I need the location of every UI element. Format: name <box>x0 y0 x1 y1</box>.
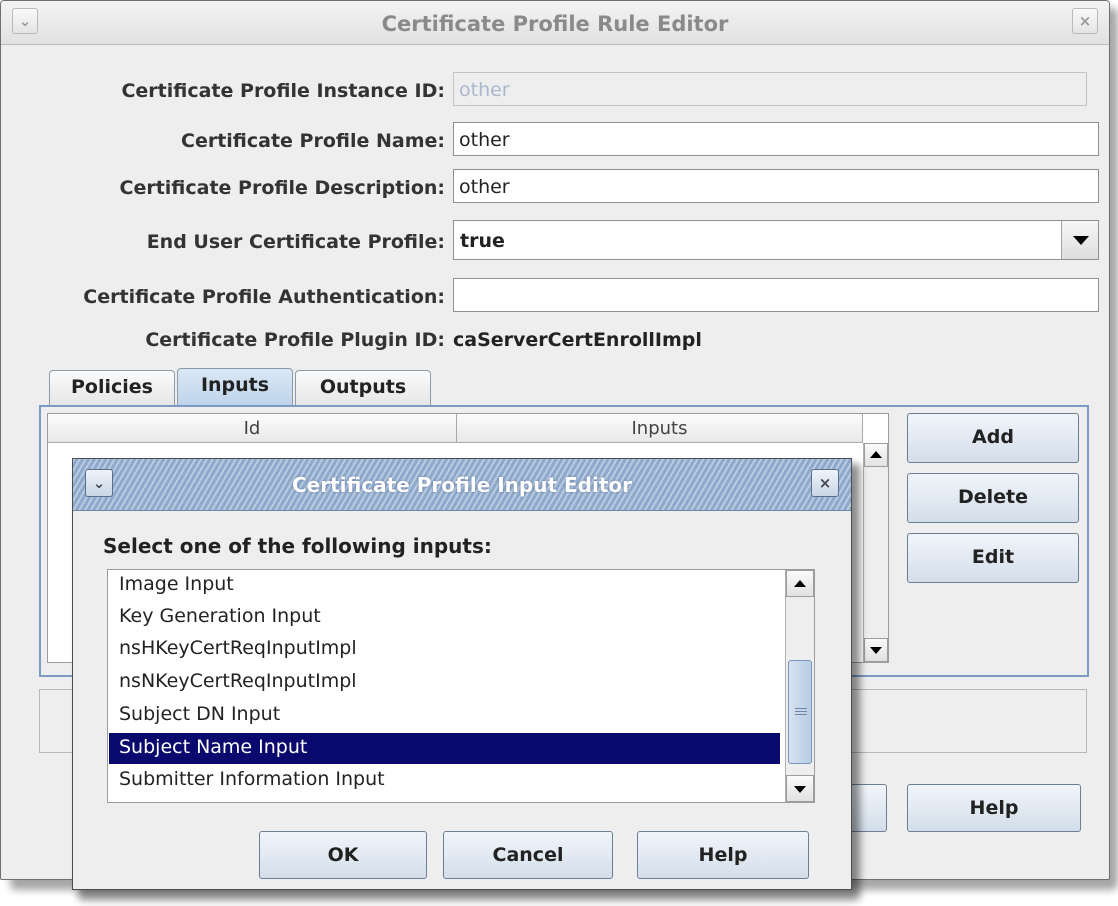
authentication-field[interactable] <box>453 278 1099 312</box>
profile-description-label: Certificate Profile Description: <box>119 177 445 199</box>
add-button[interactable]: Add <box>907 413 1079 463</box>
end-user-value: true <box>460 230 505 252</box>
listbox-scrollbar[interactable] <box>785 570 814 802</box>
column-header-id[interactable]: Id <box>48 414 457 443</box>
end-user-label: End User Certificate Profile: <box>146 231 445 253</box>
dialog-prompt: Select one of the following inputs: <box>103 534 492 558</box>
help-button[interactable]: Help <box>907 784 1081 832</box>
scroll-down-icon[interactable] <box>864 638 888 662</box>
end-user-select[interactable]: true <box>453 220 1099 260</box>
column-header-inputs[interactable]: Inputs <box>457 414 863 443</box>
tab-policies[interactable]: Policies <box>49 370 175 406</box>
table-scrollbar[interactable] <box>863 443 888 662</box>
list-item[interactable]: Submitter Information Input <box>109 765 780 796</box>
scroll-up-icon[interactable] <box>864 443 888 467</box>
input-editor-dialog: ⌄ Certificate Profile Input Editor × Sel… <box>72 458 852 890</box>
profile-name-label: Certificate Profile Name: <box>181 130 445 152</box>
grip-line <box>795 711 807 712</box>
list-item[interactable]: Key Generation Input <box>109 602 780 633</box>
instance-id-label: Certificate Profile Instance ID: <box>121 80 445 102</box>
close-icon[interactable]: × <box>811 469 839 497</box>
list-item[interactable]: Subject DN Input <box>109 700 780 731</box>
edit-button[interactable]: Edit <box>907 533 1079 583</box>
ok-button[interactable]: OK <box>259 831 427 879</box>
window-titlebar[interactable]: ⌄ Certificate Profile Rule Editor × <box>1 1 1109 45</box>
list-item[interactable]: Image Input <box>109 570 780 601</box>
dialog-titlebar[interactable]: ⌄ Certificate Profile Input Editor × <box>73 459 851 511</box>
scroll-up-icon[interactable] <box>786 570 814 597</box>
grip-line <box>795 714 807 715</box>
plugin-id-label: Certificate Profile Plugin ID: <box>145 329 445 351</box>
list-item[interactable]: nsNKeyCertReqInputImpl <box>109 667 780 698</box>
dialog-title: Certificate Profile Input Editor <box>291 473 632 497</box>
list-item-selected[interactable]: Subject Name Input <box>109 733 780 764</box>
grip-line <box>795 708 807 709</box>
tab-outputs[interactable]: Outputs <box>295 370 431 406</box>
tab-inputs[interactable]: Inputs <box>177 368 293 406</box>
profile-description-field[interactable]: other <box>453 169 1099 203</box>
cancel-button[interactable]: Cancel <box>443 831 613 879</box>
instance-id-field: other <box>453 72 1087 106</box>
plugin-id-value: caServerCertEnrollImpl <box>453 329 702 351</box>
scroll-down-icon[interactable] <box>786 775 814 802</box>
delete-button[interactable]: Delete <box>907 473 1079 523</box>
authentication-label: Certificate Profile Authentication: <box>83 286 445 308</box>
list-item[interactable]: nsHKeyCertReqInputImpl <box>109 634 780 665</box>
close-icon[interactable]: × <box>1072 8 1098 34</box>
scroll-thumb[interactable] <box>788 660 812 764</box>
window-title: Certificate Profile Rule Editor <box>381 12 729 36</box>
inputs-listbox[interactable]: Image Input Key Generation Input nsHKeyC… <box>107 569 815 803</box>
dialog-help-button[interactable]: Help <box>637 831 809 879</box>
profile-name-field[interactable]: other <box>453 122 1099 156</box>
chevron-down-icon[interactable] <box>1061 221 1098 259</box>
